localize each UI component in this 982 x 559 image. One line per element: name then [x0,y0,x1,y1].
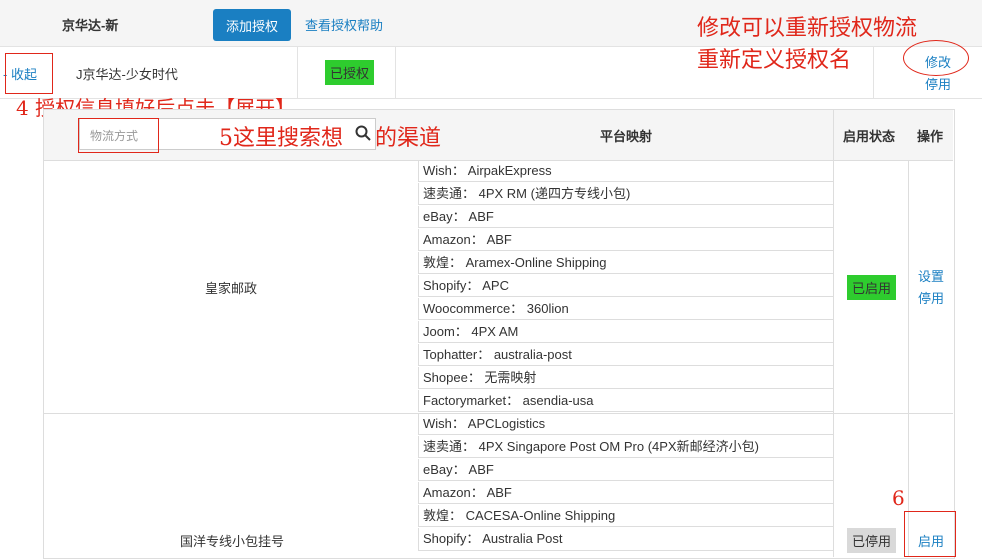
mapping-item: Shopify： APC [418,275,834,297]
annotation-box [78,118,159,153]
mapping-item: Shopee： 无需映射 [418,367,834,389]
view-help-link[interactable]: 查看授权帮助 [305,15,383,34]
disable-link[interactable]: 停用 [925,74,951,93]
mapping-item: eBay： ABF [418,459,834,481]
mapping-item: Joom： 4PX AM [418,321,834,343]
logistics-name: 国洋专线小包挂号 [180,534,285,549]
settings-link[interactable]: 设置 [918,266,944,285]
annotation-text: 5这里搜索想 [219,126,343,151]
add-authorization-button[interactable]: 添加授权 [213,9,291,41]
status-badge: 已启用 [847,275,897,300]
status-badge: 已停用 [847,528,897,553]
mapping-item: eBay： ABF [418,206,834,228]
annotation-box [5,53,53,94]
mapping-item: Tophatter： australia-post [418,344,834,366]
annotation-text: 重新定义授权名 [697,48,852,73]
mapping-item: Wish： APCLogistics [418,413,834,435]
mapping-item: Woocommerce： 360lion [418,298,834,320]
annotation-text: 修改可以重新授权物流 [697,16,918,41]
account-name: J京华达-少女时代 [76,67,178,82]
search-icon[interactable] [355,125,371,141]
divider [873,47,874,98]
column-header-action: 操作 [917,129,944,144]
divider [297,47,298,98]
page-title: 京华达-新 [62,18,119,33]
annotation-text: 6 [892,486,905,510]
column-header-status: 启用状态 [843,129,896,144]
mapping-item: Factorymarket： asendia-usa [418,390,834,412]
column-header-mapping: 平台映射 [600,129,653,144]
logistics-name: 皇家邮政 [205,281,258,296]
mapping-item: 速卖通： 4PX RM (递四方专线小包) [418,183,834,205]
annotation-box [904,511,956,557]
mapping-item: Shopify： Australia Post [418,528,834,551]
mapping-item: Wish： AirpakExpress [418,160,834,182]
annotation-text: 的渠道 [375,126,442,151]
mapping-item: 敦煌： Aramex-Online Shipping [418,252,834,274]
annotation-circle [903,40,969,76]
divider [908,160,909,557]
mapping-item: Amazon： ABF [418,229,834,251]
divider [395,47,396,98]
mapping-item: 速卖通： 4PX Singapore Post OM Pro (4PX新邮经济小… [418,436,834,458]
mapping-item: Amazon： ABF [418,482,834,504]
authorized-badge: 已授权 [325,60,375,85]
mapping-item: 敦煌： CACESA-Online Shipping [418,505,834,527]
disable-link[interactable]: 停用 [918,288,944,307]
